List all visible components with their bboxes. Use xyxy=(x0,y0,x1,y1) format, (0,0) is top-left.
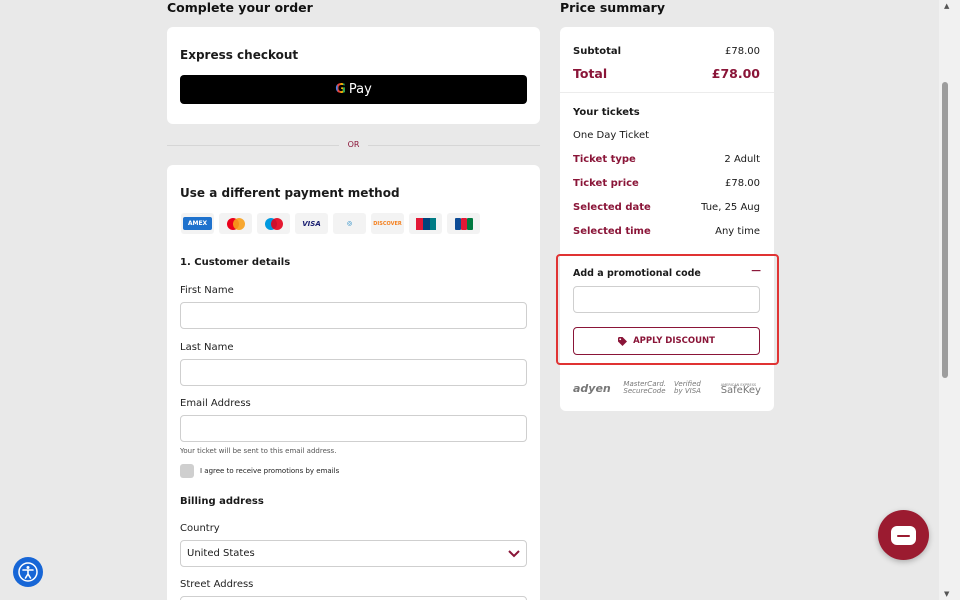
divider-line-right xyxy=(368,145,540,146)
ticket-type-label: Ticket type xyxy=(573,154,636,165)
first-name-label: First Name xyxy=(180,285,234,296)
price-summary-heading: Price summary xyxy=(560,0,665,15)
diners-icon: ◎ xyxy=(333,213,366,234)
last-name-input[interactable] xyxy=(180,359,527,386)
subtotal-row: Subtotal £78.00 xyxy=(573,46,760,57)
selected-date-label: Selected date xyxy=(573,202,651,213)
card-logos: AMEX VISA ◎ DISCOVER xyxy=(181,213,480,234)
apply-discount-label: APPLY DISCOUNT xyxy=(633,336,715,346)
security-logos: adyen MasterCard. SecureCode Verified by… xyxy=(573,380,761,396)
selected-date-value: Tue, 25 Aug xyxy=(701,202,760,213)
ticket-price-value: £78.00 xyxy=(725,178,760,189)
promo-code-title: Add a promotional code xyxy=(573,268,701,279)
ticket-name: One Day Ticket xyxy=(573,130,650,141)
customer-details-heading: 1. Customer details xyxy=(180,257,291,268)
total-label: Total xyxy=(573,66,608,81)
scroll-up-arrow-icon[interactable]: ▲ xyxy=(944,2,949,10)
first-name-input[interactable] xyxy=(180,302,527,329)
email-input[interactable] xyxy=(180,415,527,442)
your-tickets-heading-row: Your tickets xyxy=(573,107,760,118)
google-pay-button[interactable]: G Pay xyxy=(180,75,527,104)
total-value: £78.00 xyxy=(711,66,760,81)
visa-icon: VISA xyxy=(295,213,328,234)
google-pay-label: Pay xyxy=(348,82,372,97)
chat-icon xyxy=(891,525,916,545)
adyen-logo: adyen xyxy=(573,381,611,395)
mastercard-icon xyxy=(219,213,252,234)
country-label: Country xyxy=(180,523,220,534)
verified-by-visa-logo: Verified by VISA xyxy=(674,380,701,395)
chevron-down-icon xyxy=(508,549,520,557)
google-g-icon: G xyxy=(335,82,346,97)
promotions-opt-in[interactable]: I agree to receive promotions by emails xyxy=(180,464,339,478)
page-scrollbar[interactable]: ▲ ▼ xyxy=(939,0,960,600)
street-address-input[interactable] xyxy=(180,596,527,600)
selected-time-row: Selected time Any time xyxy=(573,226,760,237)
amex-icon: AMEX xyxy=(181,213,214,234)
promotions-checkbox[interactable] xyxy=(180,464,194,478)
ticket-type-row: Ticket type 2 Adult xyxy=(573,154,760,165)
last-name-label: Last Name xyxy=(180,342,234,353)
express-checkout-title: Express checkout xyxy=(180,48,299,62)
unionpay-icon xyxy=(409,213,442,234)
ticket-price-row: Ticket price £78.00 xyxy=(573,178,760,189)
promo-code-section: Add a promotional code − APPLY DISCOUNT xyxy=(556,254,779,365)
country-select[interactable]: United States xyxy=(180,540,527,567)
summary-divider xyxy=(560,92,774,93)
scroll-down-arrow-icon[interactable]: ▼ xyxy=(944,590,949,598)
maestro-icon xyxy=(257,213,290,234)
or-divider: OR xyxy=(167,139,540,151)
country-value: United States xyxy=(187,548,255,559)
payment-method-card: Use a different payment method AMEX VISA… xyxy=(167,165,540,600)
your-tickets-heading: Your tickets xyxy=(573,107,640,118)
order-heading: Complete your order xyxy=(167,0,313,15)
jcb-icon xyxy=(447,213,480,234)
ticket-type-value: 2 Adult xyxy=(724,154,760,165)
collapse-minus-icon[interactable]: − xyxy=(750,263,762,279)
street-address-label: Street Address xyxy=(180,579,254,590)
selected-time-label: Selected time xyxy=(573,226,651,237)
subtotal-value: £78.00 xyxy=(725,46,760,57)
selected-date-row: Selected date Tue, 25 Aug xyxy=(573,202,760,213)
amex-safekey-logo: AMERICAN EXPRESS SafeKey xyxy=(720,382,761,396)
promotions-checkbox-label: I agree to receive promotions by emails xyxy=(200,467,340,475)
chat-button[interactable] xyxy=(878,510,929,560)
ticket-name-row: One Day Ticket xyxy=(573,130,760,141)
selected-time-value: Any time xyxy=(715,226,760,237)
tag-icon xyxy=(618,336,628,346)
billing-address-heading: Billing address xyxy=(180,496,264,507)
ticket-price-label: Ticket price xyxy=(573,178,639,189)
scroll-thumb[interactable] xyxy=(942,82,948,378)
promo-code-input[interactable] xyxy=(573,286,760,313)
payment-method-title: Use a different payment method xyxy=(180,186,400,200)
email-hint: Your ticket will be sent to this email a… xyxy=(180,447,337,455)
accessibility-button[interactable] xyxy=(13,557,43,587)
total-row: Total £78.00 xyxy=(573,66,760,81)
subtotal-label: Subtotal xyxy=(573,46,622,57)
accessibility-icon xyxy=(18,562,38,582)
mastercard-securecode-logo: MasterCard. SecureCode xyxy=(623,380,667,395)
apply-discount-button[interactable]: APPLY DISCOUNT xyxy=(573,327,760,355)
discover-icon: DISCOVER xyxy=(371,213,404,234)
express-checkout-card: Express checkout G Pay xyxy=(167,27,540,124)
email-label: Email Address xyxy=(180,398,251,409)
